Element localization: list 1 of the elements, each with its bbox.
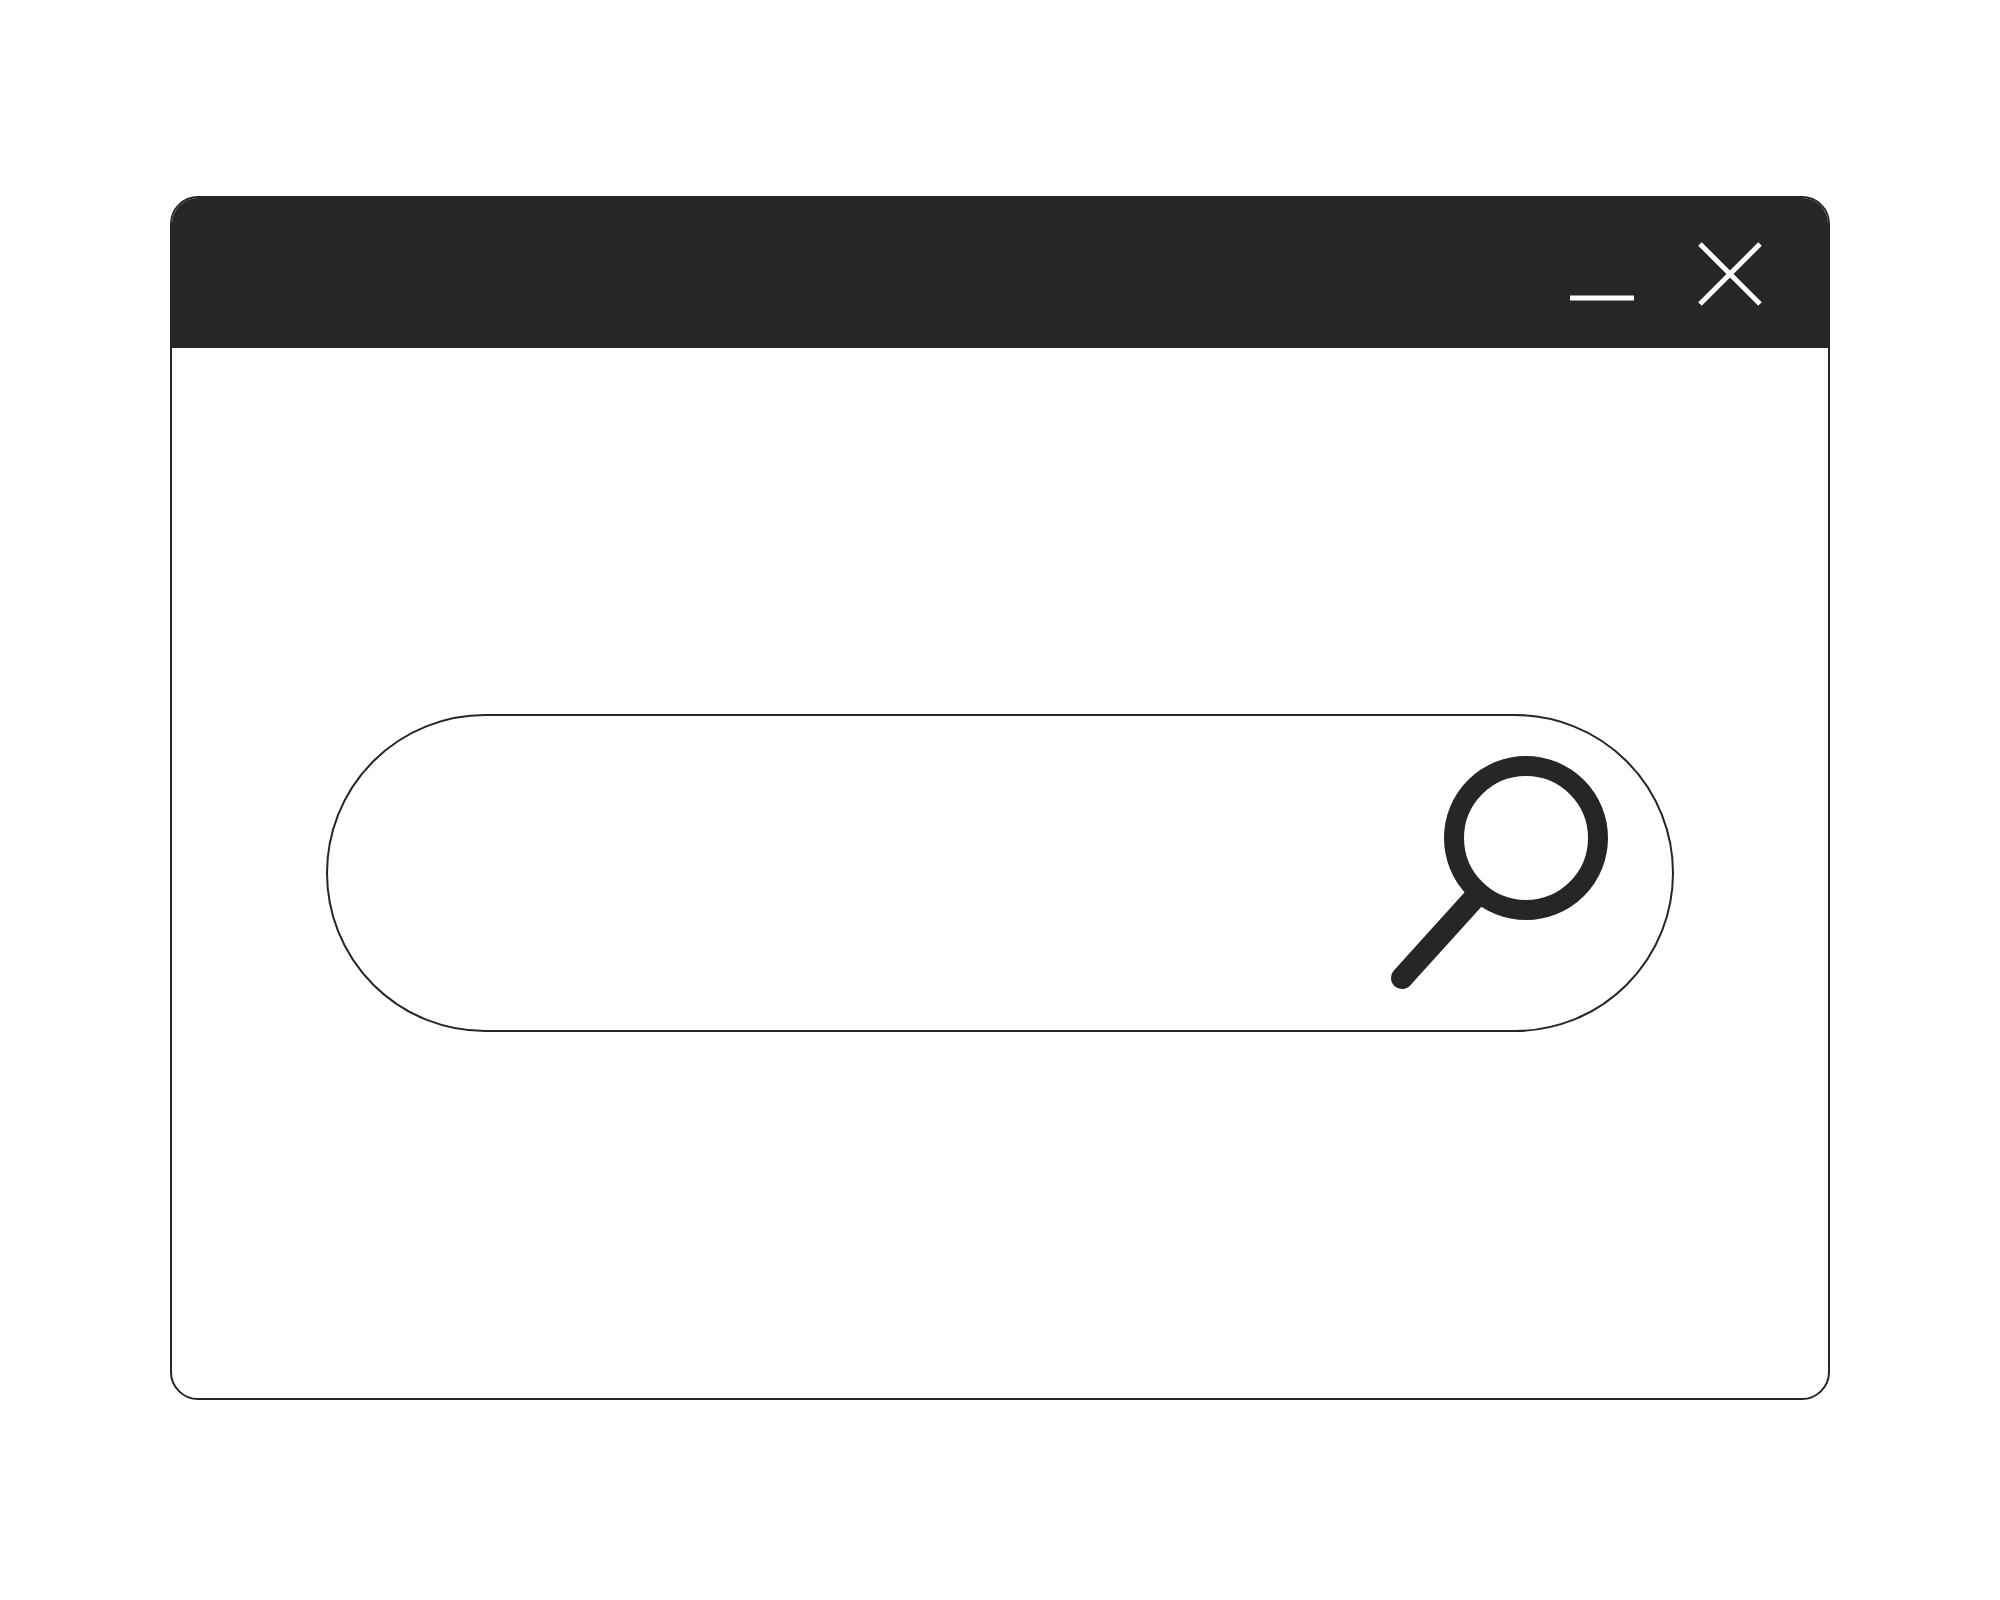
close-button[interactable] bbox=[1696, 239, 1764, 307]
